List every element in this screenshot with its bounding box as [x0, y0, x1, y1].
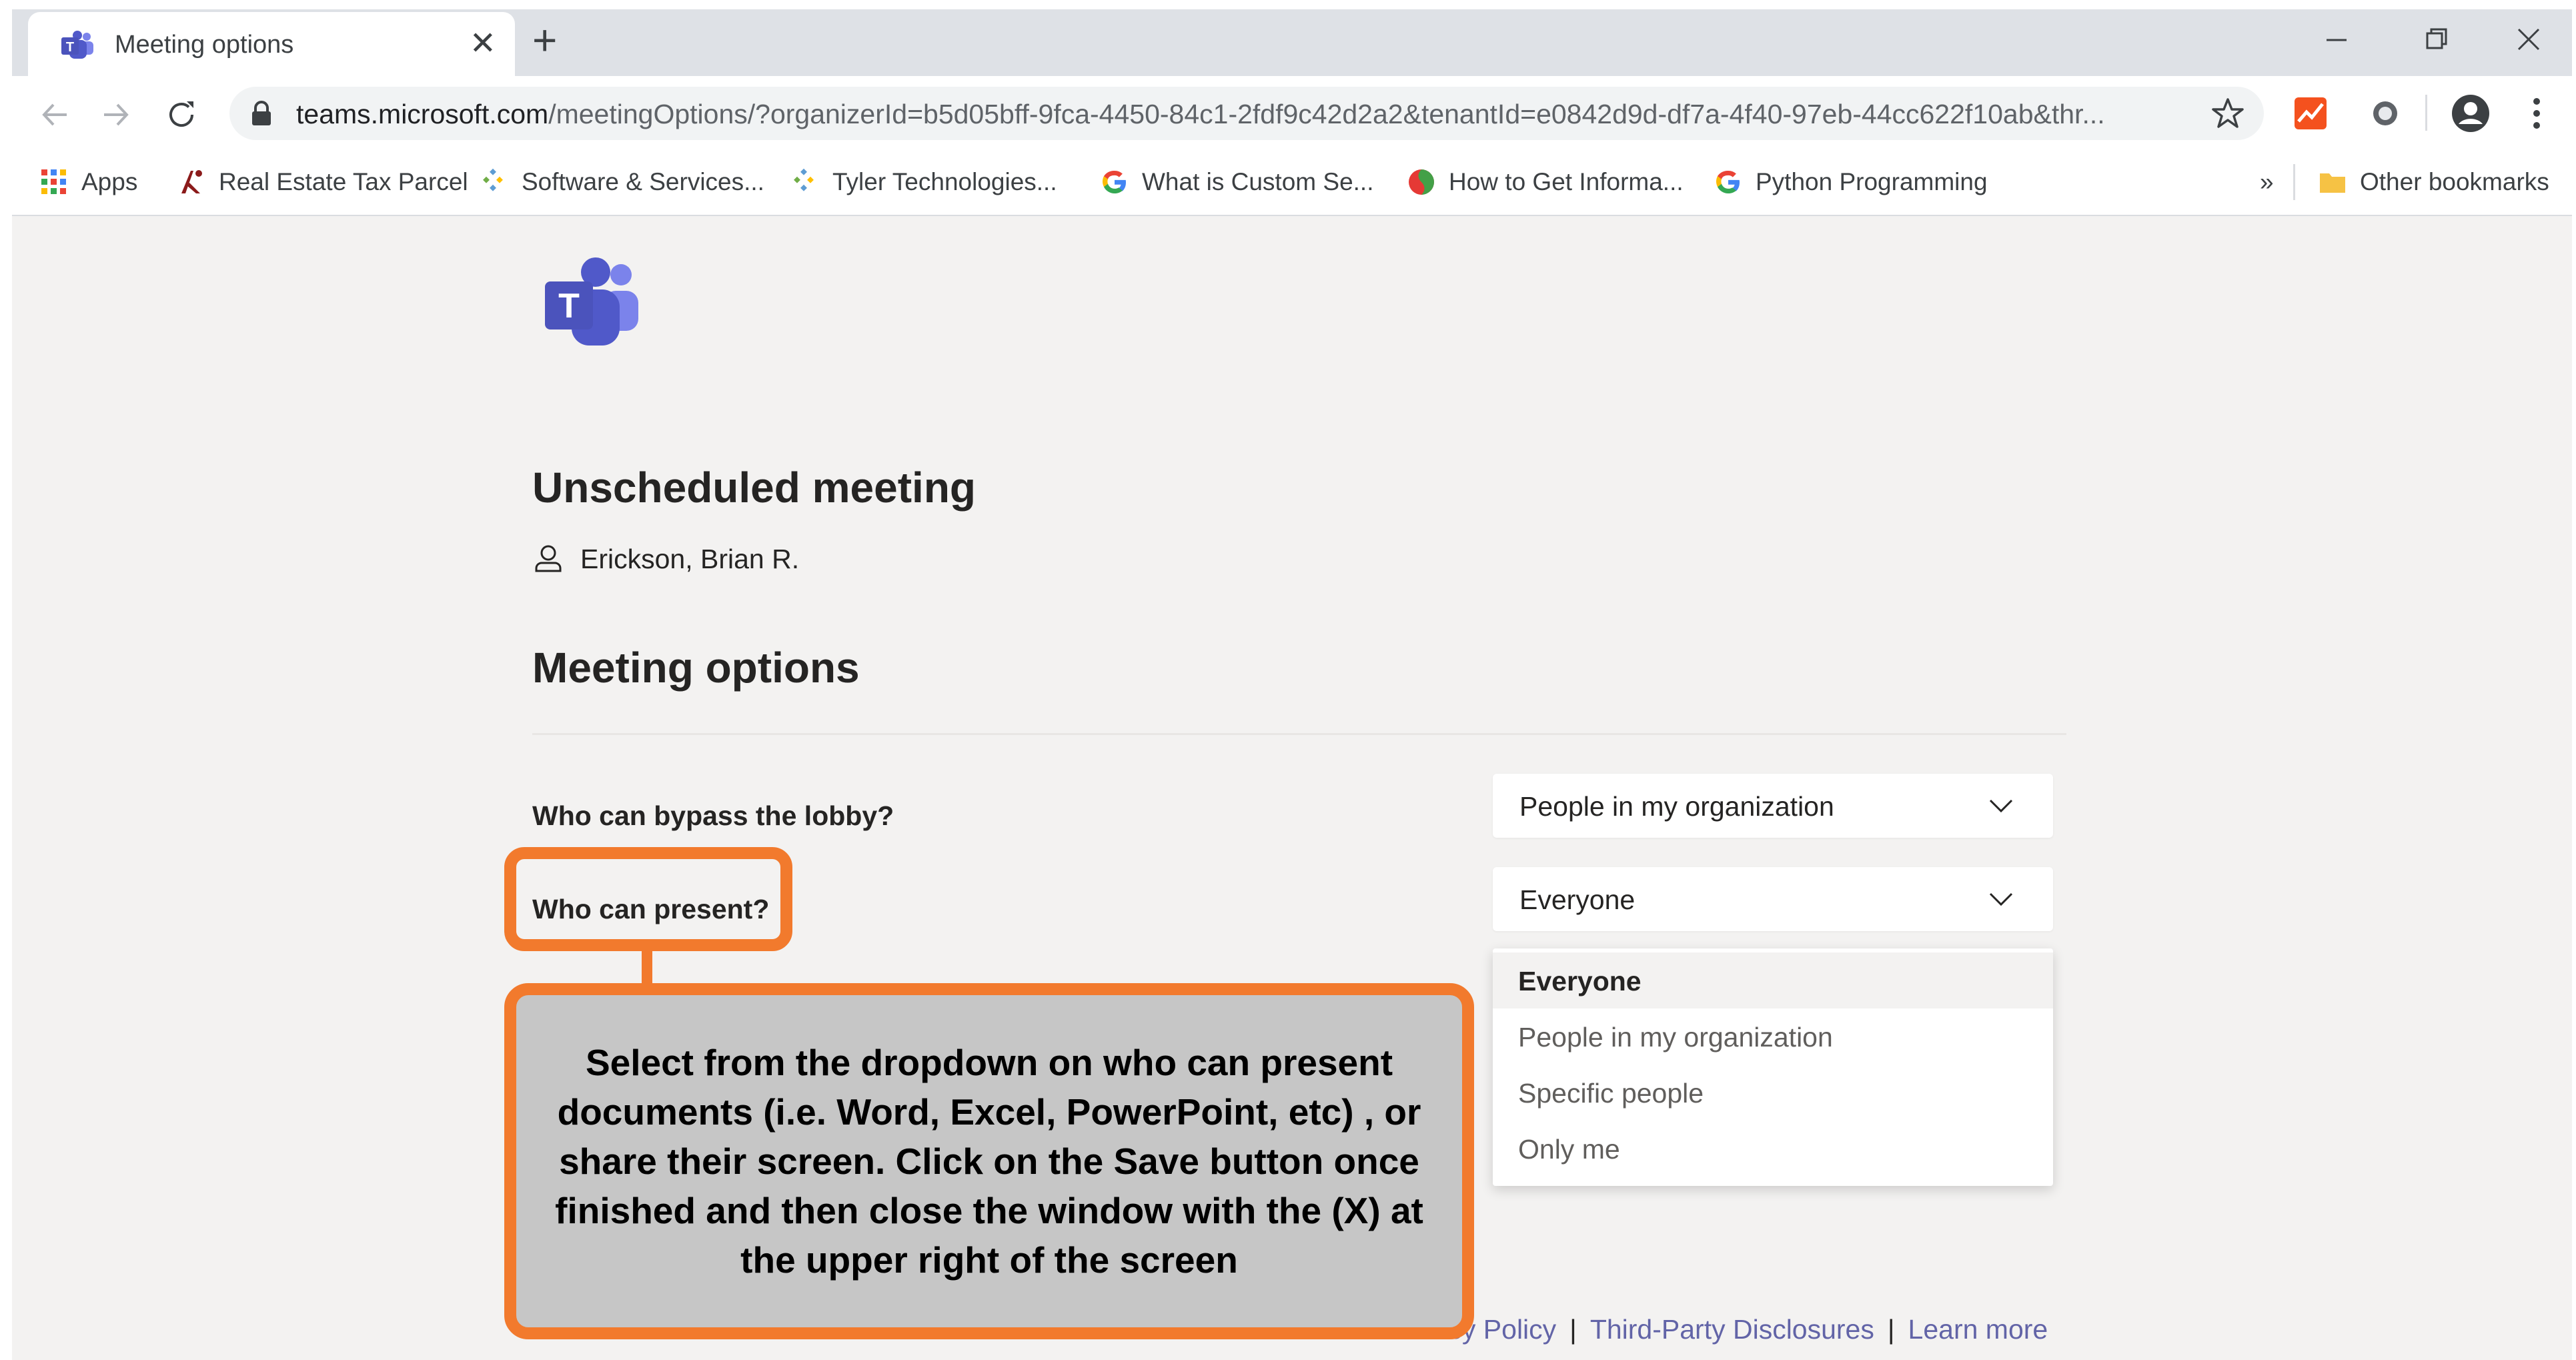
google-icon [1716, 170, 1740, 193]
teams-logo-icon: T [545, 257, 638, 346]
bookmark-how-to-get-information[interactable]: How to Get Informa... [1406, 165, 1684, 199]
footer-separator: | [1569, 1314, 1577, 1345]
reload-icon[interactable] [163, 96, 200, 133]
bookmark-python-programming[interactable]: Python Programming [1713, 165, 1988, 199]
analytics-extension-icon[interactable] [2293, 96, 2328, 131]
who-can-present-dropdown-menu: Everyone People in my organization Speci… [1493, 948, 2053, 1186]
software-services-icon [483, 168, 503, 191]
instruction-callout-text: Select from the dropdown on who can pres… [555, 1042, 1423, 1281]
footer-link-third-party-disclosures[interactable]: Third-Party Disclosures [1590, 1314, 1874, 1345]
bookmark-label: Other bookmarks [2360, 168, 2549, 195]
dropdown-option-only-me[interactable]: Only me [1493, 1121, 2053, 1177]
organizer-name: Erickson, Brian R. [580, 543, 800, 574]
bookmark-tyler-technologies[interactable]: Tyler Technologies... [790, 165, 1057, 199]
dropdown-option-label: Only me [1518, 1134, 1620, 1165]
dropdown-option-label: Everyone [1518, 966, 1642, 996]
lock-icon [252, 101, 271, 125]
page-footer: Privacy Policy | Third-Party Disclosures | L… [1386, 1314, 2048, 1345]
footer-separator: | [1887, 1314, 1895, 1345]
restore-icon[interactable] [2405, 20, 2465, 60]
dropdown-option-people-in-my-organization[interactable]: People in my organization [1493, 1008, 2053, 1065]
chevron-down-icon [1989, 892, 2013, 906]
bookmark-star-icon[interactable] [2210, 96, 2245, 131]
minimize-icon[interactable] [2307, 20, 2367, 60]
meeting-title: Unscheduled meeting [532, 464, 976, 512]
dropdown-option-specific-people[interactable]: Specific people [1493, 1065, 2053, 1121]
tab-strip: T Meeting options ✕ + [12, 9, 2572, 76]
toolbar-divider [2425, 95, 2427, 131]
bypass-lobby-select[interactable]: People in my organization [1493, 774, 2053, 838]
meeting-options-heading: Meeting options [532, 644, 860, 692]
callout-highlight-frame [504, 847, 792, 951]
bookmarks-overflow-button[interactable]: » [2260, 165, 2274, 199]
bypass-lobby-label: Who can bypass the lobby? [532, 800, 894, 831]
callout-connector [642, 950, 652, 987]
svg-text:T: T [66, 40, 74, 55]
instruction-callout: Select from the dropdown on who can pres… [504, 983, 1474, 1339]
apps-grid-icon [41, 169, 66, 194]
url-host: teams.microsoft.com [296, 99, 549, 129]
folder-icon [2320, 173, 2345, 193]
chevron-down-icon [1989, 799, 2013, 813]
forward-arrow-icon[interactable] [97, 96, 135, 133]
bookmarks-divider [2293, 164, 2295, 200]
organizer-row: Erickson, Brian R. [532, 543, 799, 575]
tab-meeting-options[interactable]: T Meeting options ✕ [28, 12, 515, 76]
address-bar[interactable]: teams.microsoft.com/meetingOptions/?orga… [229, 87, 2264, 140]
bookmark-label: How to Get Informa... [1449, 168, 1684, 195]
tab-close-icon[interactable]: ✕ [470, 25, 496, 63]
bookmark-label: Software & Services... [522, 168, 764, 195]
bookmark-apps[interactable]: Apps [39, 165, 137, 199]
dropdown-option-everyone[interactable]: Everyone [1493, 952, 2053, 1008]
bookmark-label: What is Custom Se... [1142, 168, 1374, 195]
bookmark-label: Apps [81, 168, 138, 195]
window-close-icon[interactable] [2499, 20, 2559, 60]
footer-link-learn-more[interactable]: Learn more [1908, 1314, 2048, 1345]
browser-toolbar: teams.microsoft.com/meetingOptions/?orga… [12, 76, 2572, 149]
bookmark-what-is-custom[interactable]: What is Custom Se... [1099, 165, 1374, 199]
bookmark-other-bookmarks[interactable]: Other bookmarks [2317, 165, 2549, 199]
bookmark-label: Real Estate Tax Parcel [219, 168, 468, 195]
teams-favicon-icon: T [61, 31, 93, 59]
bypass-lobby-value: People in my organization [1519, 791, 1834, 822]
bookmark-software-services[interactable]: Software & Services... [479, 165, 764, 199]
bookmark-real-estate-tax-parcel[interactable]: Real Estate Tax Parcel [176, 165, 468, 199]
person-icon [535, 545, 562, 572]
bookmarks-bar: Apps Real Estate Tax Parcel Software & S… [12, 149, 2572, 216]
who-can-present-value: Everyone [1519, 884, 1636, 915]
new-tab-icon[interactable]: + [532, 19, 557, 61]
bookmark-label: Tyler Technologies... [832, 168, 1057, 195]
google-icon [1103, 170, 1126, 193]
tab-title: Meeting options [115, 31, 294, 59]
url-text: teams.microsoft.com/meetingOptions/?orga… [296, 99, 2105, 130]
section-divider [532, 733, 2066, 735]
how-to-icon [1409, 169, 1434, 195]
browser-window: T Meeting options ✕ + teams.microsoft.co… [12, 9, 2572, 1360]
tax-parcel-icon [181, 170, 202, 193]
tyler-tech-icon [794, 168, 814, 191]
who-can-present-select[interactable]: Everyone [1493, 867, 2053, 931]
url-path: /meetingOptions/?organizerId=b5d05bff-9f… [548, 99, 2105, 129]
bookmark-label: Python Programming [1756, 168, 1988, 195]
kebab-menu-icon[interactable] [2527, 95, 2547, 132]
extension-circle-icon[interactable] [2369, 97, 2401, 129]
svg-text:T: T [558, 287, 580, 325]
overflow-chevron-icon: » [2260, 168, 2274, 195]
profile-avatar-icon[interactable] [2451, 93, 2491, 133]
back-arrow-icon[interactable] [36, 96, 73, 133]
dropdown-option-label: Specific people [1518, 1078, 1704, 1109]
dropdown-option-label: People in my organization [1518, 1022, 1833, 1053]
